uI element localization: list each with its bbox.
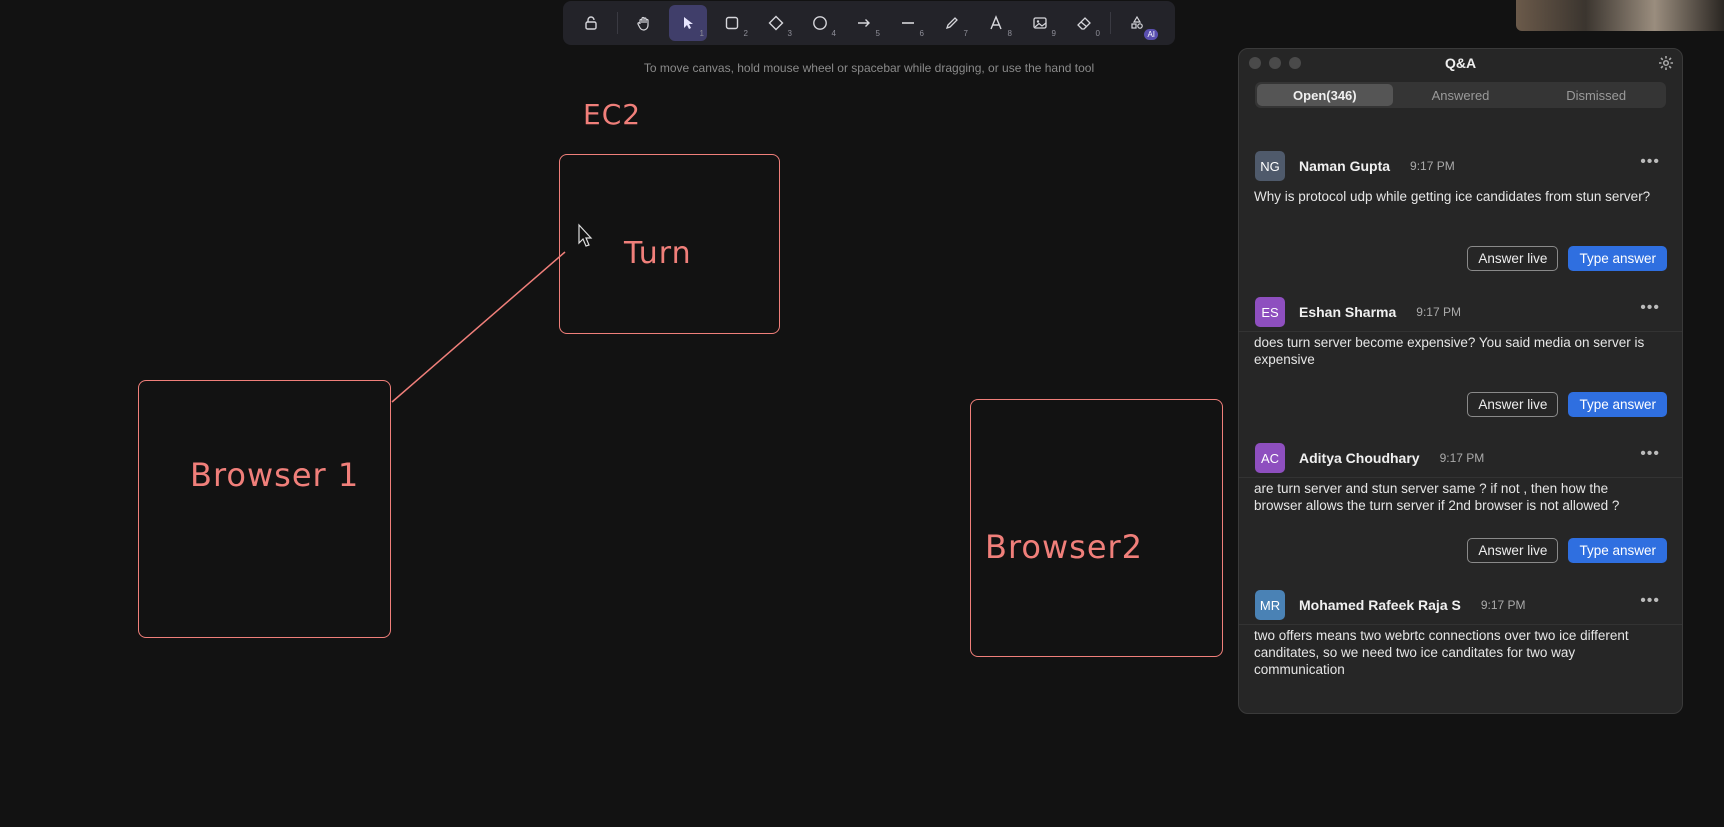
lock-tool[interactable] <box>572 5 610 41</box>
avatar: AC <box>1255 443 1285 473</box>
shortcut-key: 4 <box>831 29 836 38</box>
question-actions: Answer live Type answer <box>1467 246 1667 271</box>
shortcut-key: 9 <box>1051 29 1056 38</box>
shapes-icon <box>1131 15 1143 29</box>
eraser-tool[interactable]: 0 <box>1065 5 1103 41</box>
question-header: AC Aditya Choudhary 9:17 PM <box>1255 443 1484 473</box>
qa-window: Q&A Open(346) Answered Dismissed NG Nama… <box>1238 48 1683 714</box>
zoom-window-button[interactable] <box>1289 57 1301 69</box>
webcam-thumbnail[interactable] <box>1516 0 1724 31</box>
question-actions: Answer live Type answer <box>1467 538 1667 563</box>
question-time: 9:17 PM <box>1416 305 1461 319</box>
ai-badge: AI <box>1144 29 1158 40</box>
question-item: ES Eshan Sharma 9:17 PM ••• does turn se… <box>1239 297 1682 432</box>
shortcut-key: 0 <box>1095 29 1100 38</box>
tab-dismissed[interactable]: Dismissed <box>1528 84 1664 106</box>
image-icon <box>1033 17 1047 29</box>
hand-icon <box>637 16 649 31</box>
selection-tool[interactable]: 1 <box>669 5 707 41</box>
ellipse-tool[interactable]: 4 <box>801 5 839 41</box>
text-tool[interactable]: 8 <box>977 5 1015 41</box>
question-text: does turn server become expensive? You s… <box>1254 335 1645 367</box>
pointer-icon <box>684 17 693 29</box>
type-answer-button[interactable]: Type answer <box>1568 392 1667 417</box>
avatar: NG <box>1255 151 1285 181</box>
diamond-tool[interactable]: 3 <box>757 5 795 41</box>
question-header: MR Mohamed Rafeek Raja S 9:17 PM <box>1255 590 1526 620</box>
question-time: 9:17 PM <box>1439 451 1485 465</box>
question-text: are turn server and stun server same ? i… <box>1254 481 1620 513</box>
arrow-icon <box>858 19 870 27</box>
question-time: 9:17 PM <box>1410 159 1455 173</box>
rectangle-icon <box>725 16 739 30</box>
pencil-icon <box>945 17 958 30</box>
avatar: MR <box>1255 590 1285 620</box>
more-options-icon[interactable]: ••• <box>1640 299 1660 317</box>
question-item: AC Aditya Choudhary 9:17 PM ••• are turn… <box>1239 443 1682 578</box>
answer-live-button[interactable]: Answer live <box>1467 392 1559 417</box>
avatar: ES <box>1255 297 1285 327</box>
shortcut-key: 8 <box>1007 29 1012 38</box>
gear-icon[interactable] <box>1658 55 1674 71</box>
question-item: NG Naman Gupta 9:17 PM ••• Why is protoc… <box>1239 151 1682 286</box>
question-item: MR Mohamed Rafeek Raja S 9:17 PM ••• two… <box>1239 590 1682 710</box>
text-icon <box>990 15 1002 30</box>
close-window-button[interactable] <box>1249 57 1261 69</box>
shortcut-key: 2 <box>743 29 748 38</box>
type-answer-button[interactable]: Type answer <box>1568 538 1667 563</box>
minimize-window-button[interactable] <box>1269 57 1281 69</box>
tab-answered[interactable]: Answered <box>1393 84 1529 106</box>
asker-name: Eshan Sharma <box>1299 304 1397 320</box>
qa-title: Q&A <box>1444 55 1477 71</box>
shortcut-key: 7 <box>963 29 968 38</box>
shortcut-key: 1 <box>699 29 704 38</box>
more-options-icon[interactable]: ••• <box>1640 153 1660 171</box>
asker-name: Naman Gupta <box>1299 158 1391 174</box>
more-options-icon[interactable]: ••• <box>1640 445 1660 463</box>
question-time: 9:17 PM <box>1480 598 1526 612</box>
toolbar-divider <box>617 12 618 34</box>
question-actions: Answer live Type answer <box>1467 392 1667 417</box>
question-header: NG Naman Gupta 9:17 PM <box>1255 151 1455 181</box>
arrow-tool[interactable]: 5 <box>845 5 883 41</box>
type-answer-button[interactable]: Type answer <box>1568 246 1667 271</box>
draw-tool[interactable]: 7 <box>933 5 971 41</box>
ellipse-icon <box>813 16 827 30</box>
eraser-icon <box>1077 17 1091 30</box>
more-options-icon[interactable]: ••• <box>1640 592 1660 610</box>
drawing-toolbar: 1 2 3 4 5 6 7 8 9 0 AI <box>563 1 1175 45</box>
mouse-cursor-icon <box>578 223 593 247</box>
question-header: ES Eshan Sharma 9:17 PM <box>1255 297 1461 327</box>
diamond-icon <box>768 15 784 31</box>
asker-name: Aditya Choudhary <box>1299 450 1420 466</box>
line-tool[interactable]: 6 <box>889 5 927 41</box>
toolbar-divider <box>1110 12 1111 34</box>
qa-tabs: Open(346) Answered Dismissed <box>1255 82 1666 108</box>
shortcut-key: 5 <box>875 29 880 38</box>
line-icon <box>902 22 914 24</box>
image-tool[interactable]: 9 <box>1021 5 1059 41</box>
tab-open[interactable]: Open(346) <box>1257 84 1393 106</box>
question-text: two offers means two webrtc connections … <box>1254 628 1629 677</box>
shortcut-key: 3 <box>787 29 792 38</box>
question-text: Why is protocol udp while getting ice ca… <box>1254 189 1651 204</box>
qa-titlebar: Q&A <box>1239 49 1682 77</box>
hand-tool[interactable] <box>625 5 663 41</box>
window-controls <box>1249 57 1301 69</box>
answer-live-button[interactable]: Answer live <box>1467 246 1559 271</box>
asker-name: Mohamed Rafeek Raja S <box>1299 597 1461 613</box>
shortcut-key: 6 <box>919 29 924 38</box>
rectangle-tool[interactable]: 2 <box>713 5 751 41</box>
more-tools-button[interactable]: AI <box>1118 5 1158 41</box>
answer-live-button[interactable]: Answer live <box>1467 538 1559 563</box>
lock-icon <box>585 16 597 30</box>
